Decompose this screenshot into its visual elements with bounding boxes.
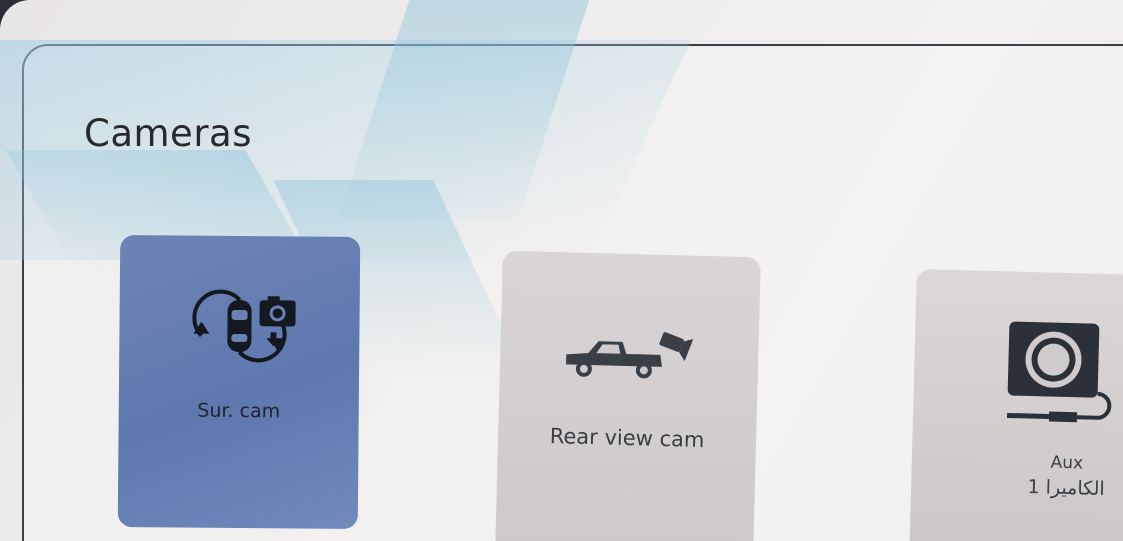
aux-cam-button[interactable]: Aux الكاميرا 1 — [909, 269, 1123, 541]
page-title: Cameras — [84, 112, 252, 155]
aux-cam-label: Aux — [1050, 452, 1084, 474]
screen-bezel: Cameras Sur. cam Rear view cam Aux الكام… — [0, 0, 1123, 541]
aux-camera-icon — [1006, 321, 1112, 423]
aux-cam-sublabel: الكاميرا 1 — [1027, 476, 1106, 501]
surround-camera-icon — [192, 289, 296, 363]
display-screen: Cameras Sur. cam Rear view cam Aux الكام… — [0, 0, 1123, 541]
sur-cam-label: Sur. cam — [197, 399, 281, 423]
sur-cam-button[interactable]: Sur. cam — [117, 234, 361, 530]
rear-view-cam-label: Rear view cam — [549, 423, 705, 453]
rear-view-truck-camera-icon — [566, 332, 693, 379]
rear-view-cam-button[interactable]: Rear view cam — [495, 250, 761, 541]
